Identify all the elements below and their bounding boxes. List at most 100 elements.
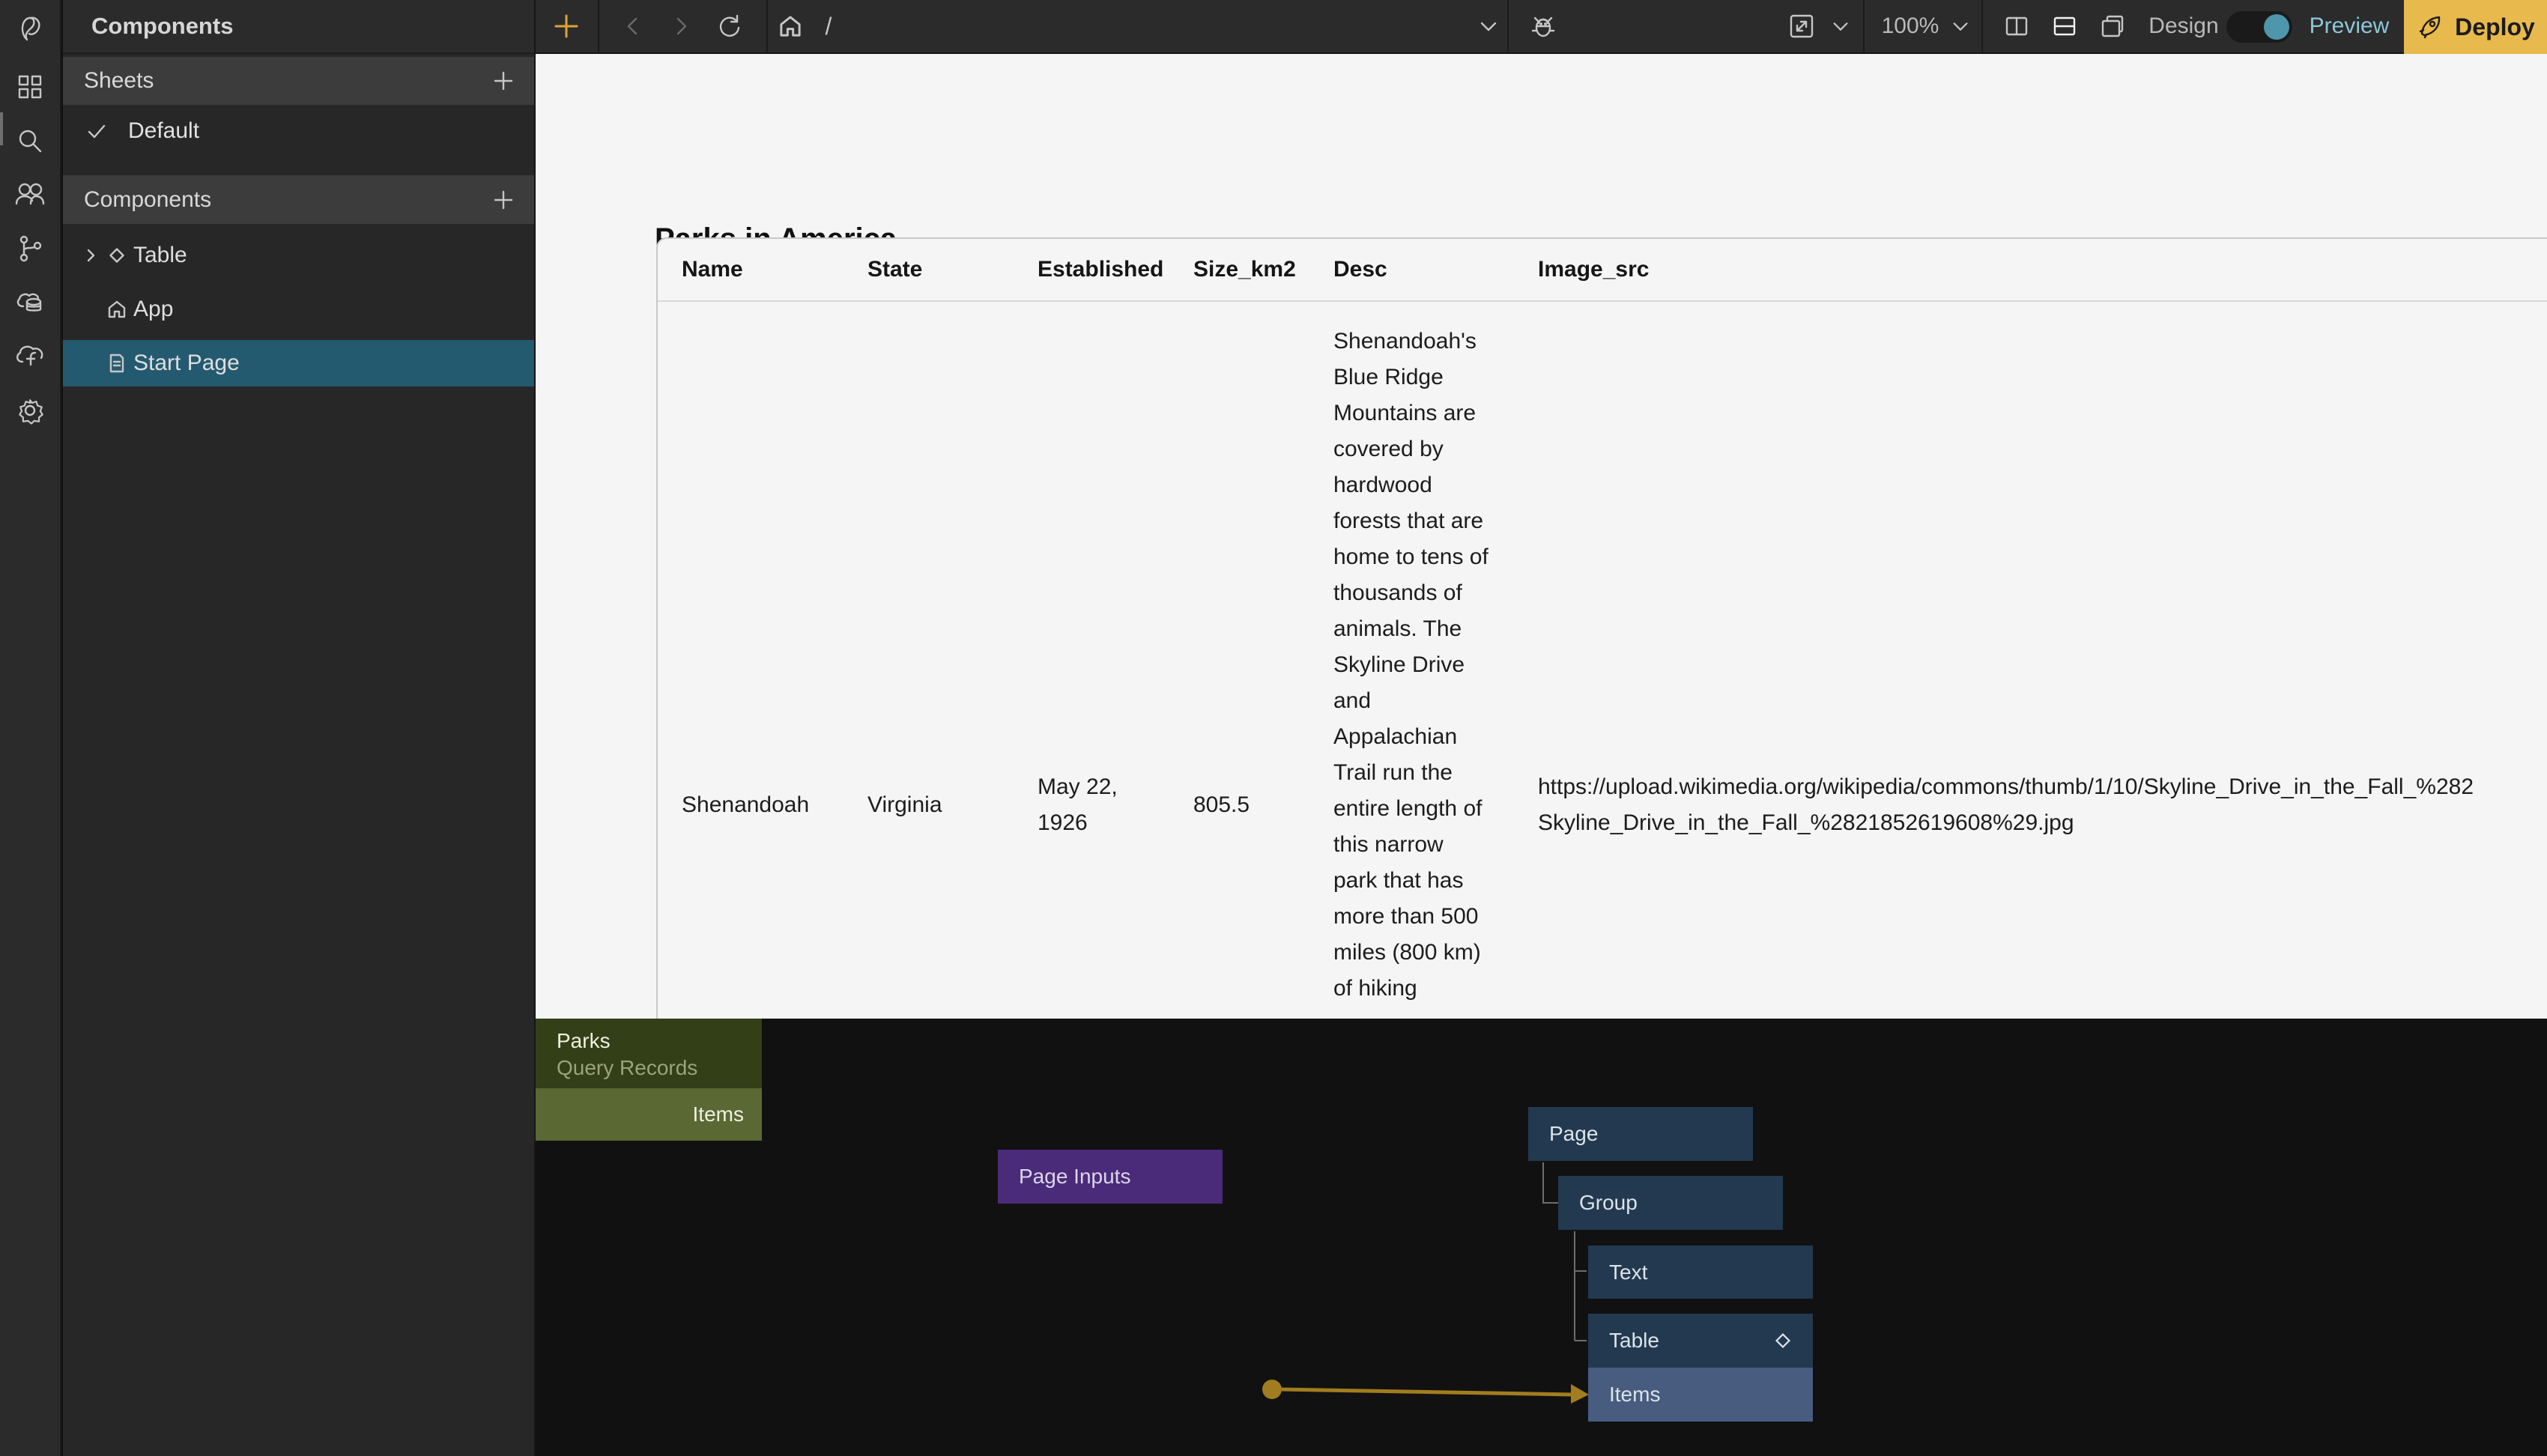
components-header-label: Components	[84, 187, 211, 213]
sheet-default-label: Default	[128, 118, 199, 144]
home-button[interactable]	[774, 0, 807, 52]
preview-mode-label[interactable]: Preview	[2308, 0, 2390, 52]
node-label: Items	[1588, 1383, 1660, 1407]
node-label: Group	[1558, 1191, 1638, 1215]
tree-table-label: Table	[133, 243, 187, 268]
toolbar-separator	[1863, 0, 1865, 52]
components-sidebar: Components Sheets Default Components	[63, 0, 536, 1456]
users-icon	[13, 178, 46, 211]
logo-icon	[14, 11, 46, 43]
tree-item-start-page[interactable]: Start Page	[63, 340, 534, 386]
node-table[interactable]: Table	[1588, 1314, 1813, 1368]
diamond-icon	[106, 245, 127, 266]
toggle-knob	[2264, 14, 2289, 40]
zoom-level-label: 100%	[1882, 13, 1939, 39]
tree-start-page-label: Start Page	[133, 351, 240, 376]
chevron-down-icon	[1830, 16, 1851, 37]
cell-state: Virginia	[844, 792, 1014, 818]
split-vertical-icon	[2002, 12, 2031, 40]
search-icon	[14, 125, 46, 157]
node-table-items-input[interactable]: Items	[1588, 1368, 1813, 1422]
table-row[interactable]: Shenandoah Virginia May 22, 1926 805.5 S…	[658, 302, 2547, 1019]
components-grid-icon	[14, 71, 46, 103]
data-connector	[1282, 1389, 1572, 1395]
fit-view-button[interactable]	[1784, 0, 1820, 52]
cell-name: Shenandoah	[658, 792, 844, 818]
column-header[interactable]: Size_km2	[1169, 257, 1309, 282]
node-page[interactable]: Page	[1528, 1107, 1753, 1161]
output-port-dot[interactable]	[1262, 1380, 1282, 1399]
sidebar-item-components-grid[interactable]	[0, 60, 61, 114]
deploy-button[interactable]: Deploy	[2404, 0, 2547, 54]
design-preview-toggle[interactable]	[2226, 11, 2292, 43]
sidebar-item-data-sources[interactable]	[0, 276, 61, 330]
components-section-header: Components	[63, 175, 534, 224]
sheet-item-default[interactable]: Default	[63, 105, 534, 157]
column-header[interactable]: Established	[1014, 257, 1169, 282]
add-sheet-button[interactable]	[492, 70, 515, 92]
add-component-button[interactable]	[492, 189, 515, 211]
cloud-functions-icon	[13, 339, 47, 374]
node-group[interactable]: Group	[1558, 1176, 1783, 1230]
sidebar-item-cloud-functions[interactable]	[0, 330, 61, 383]
check-icon	[85, 120, 108, 142]
rail-active-indicator	[0, 112, 3, 145]
gear-icon	[13, 394, 46, 427]
split-horizontal-button[interactable]	[2046, 0, 2083, 52]
split-horizontal-icon	[2050, 12, 2079, 40]
back-button[interactable]	[617, 0, 649, 52]
toolbar-separator	[766, 0, 768, 52]
debug-button[interactable]	[1524, 0, 1562, 52]
rocket-icon	[2416, 13, 2444, 41]
back-icon	[621, 14, 645, 38]
cell-desc: Shenandoah's Blue Ridge Mountains are co…	[1309, 302, 1514, 1019]
chevron-right-icon[interactable]	[82, 247, 99, 264]
node-label: Page Inputs	[998, 1165, 1130, 1189]
sidebar-item-settings[interactable]	[0, 383, 61, 437]
data-sources-icon	[13, 285, 47, 320]
column-header[interactable]: State	[844, 257, 1014, 282]
page-icon	[106, 353, 127, 374]
chevron-down-icon	[1477, 15, 1500, 37]
column-header[interactable]: Image_src	[1514, 257, 2547, 282]
forward-button[interactable]	[664, 0, 697, 52]
app-window: Components Sheets Default Components	[0, 0, 2547, 1456]
url-path[interactable]: /	[817, 0, 840, 52]
parks-table[interactable]: Name State Established Size_km2 Desc Ima…	[656, 237, 2547, 1019]
table-header-row: Name State Established Size_km2 Desc Ima…	[658, 239, 2547, 302]
toolbar-separator	[598, 0, 599, 52]
fit-view-chevron[interactable]	[1826, 0, 1856, 52]
sidebar-item-users[interactable]	[0, 168, 61, 222]
sidebar-item-version-control[interactable]	[0, 222, 61, 276]
sheets-section-header: Sheets	[63, 57, 534, 105]
node-label: Text	[1588, 1261, 1647, 1284]
top-toolbar: / 100%	[536, 0, 2547, 54]
design-mode-label[interactable]: Design	[2146, 0, 2221, 52]
node-page-inputs[interactable]: Page Inputs	[998, 1150, 1223, 1204]
zoom-level[interactable]: 100%	[1877, 0, 1944, 52]
toolbar-separator	[1507, 0, 1509, 52]
home-icon	[778, 13, 803, 39]
column-header[interactable]: Name	[658, 257, 844, 282]
add-button[interactable]	[549, 0, 584, 52]
path-label: /	[826, 13, 832, 40]
reload-button[interactable]	[712, 0, 747, 52]
zoom-chevron[interactable]	[1945, 0, 1975, 52]
reload-icon	[715, 12, 744, 40]
bug-icon	[1528, 11, 1558, 41]
logo-icon[interactable]	[0, 0, 61, 54]
windows-button[interactable]	[2094, 0, 2131, 52]
tree-item-table[interactable]: Table	[63, 232, 534, 279]
sidebar-item-search[interactable]	[0, 114, 61, 168]
tree-item-app[interactable]: App	[63, 286, 534, 333]
sidebar-title: Components	[63, 0, 534, 54]
sheets-header-label: Sheets	[84, 68, 154, 94]
node-text[interactable]: Text	[1588, 1246, 1813, 1299]
page-dropdown-button[interactable]	[1472, 0, 1505, 52]
connector-arrowhead	[1571, 1384, 1589, 1404]
cell-established: May 22, 1926	[1014, 769, 1169, 841]
app-canvas: Parks in America Name State Established …	[536, 54, 2547, 1019]
node-label: Table	[1588, 1329, 1659, 1353]
column-header[interactable]: Desc	[1309, 257, 1514, 282]
split-vertical-button[interactable]	[1998, 0, 2035, 52]
